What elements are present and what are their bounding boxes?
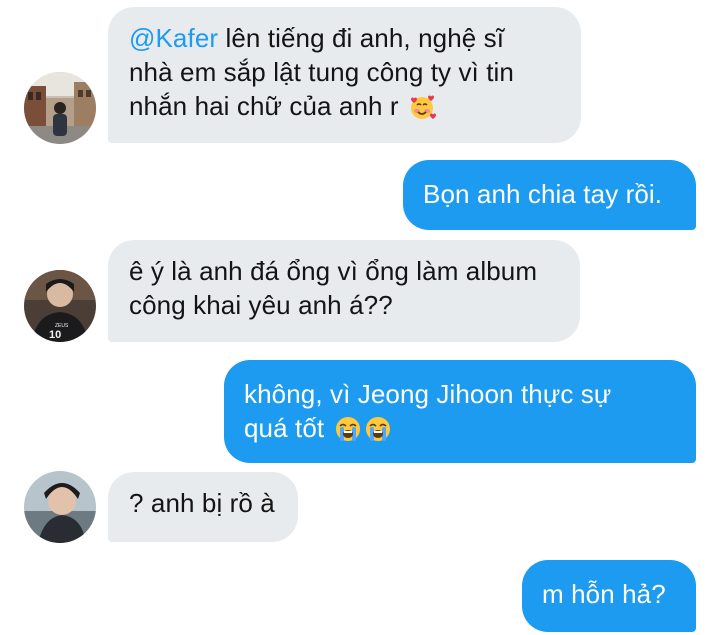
smiling-face-with-hearts-icon <box>408 93 437 121</box>
loudly-crying-face-icon <box>364 415 392 443</box>
message-line: ê ý là anh đá ổng vì ổng làm album <box>129 256 538 286</box>
person-jersey-icon: ZEUS 10 <box>24 270 96 342</box>
message-line: không, vì Jeong Jihoon thực sự <box>244 379 612 409</box>
incoming-message[interactable]: ê ý là anh đá ổng vì ổng làm album công … <box>108 240 580 342</box>
user-mention[interactable]: @Kafer <box>129 23 218 53</box>
incoming-message[interactable]: @Kafer lên tiếng đi anh, nghệ sĩ nhà em … <box>108 7 581 143</box>
message-line: nhà em sắp lật tung công ty vì tin <box>129 57 514 87</box>
person-outdoor-icon <box>24 471 96 543</box>
street-photo-icon <box>24 72 96 144</box>
jersey-number: 10 <box>49 329 61 341</box>
sender-avatar[interactable] <box>24 471 96 543</box>
incoming-message[interactable]: ? anh bị rồ à <box>108 472 298 542</box>
message-line: Bọn anh chia tay rồi. <box>423 179 663 209</box>
message-line: @Kafer lên tiếng đi anh, nghệ sĩ <box>129 23 505 53</box>
message-line: ? anh bị rồ à <box>129 488 275 518</box>
message-line: nhắn hai chữ của anh r <box>129 89 561 123</box>
outgoing-message[interactable]: m hỗn hả? <box>522 560 696 632</box>
sender-avatar[interactable]: ZEUS 10 <box>24 270 96 342</box>
outgoing-message[interactable]: Bọn anh chia tay rồi. <box>403 160 696 230</box>
sender-avatar[interactable] <box>24 72 96 144</box>
message-line: quá tốt <box>244 411 676 445</box>
loudly-crying-face-icon <box>334 415 362 443</box>
message-line: m hỗn hả? <box>542 579 666 609</box>
outgoing-message[interactable]: không, vì Jeong Jihoon thực sự quá tốt <box>224 360 696 463</box>
chat-thread: @Kafer lên tiếng đi anh, nghệ sĩ nhà em … <box>0 0 714 635</box>
message-line: công khai yêu anh á?? <box>129 290 393 320</box>
